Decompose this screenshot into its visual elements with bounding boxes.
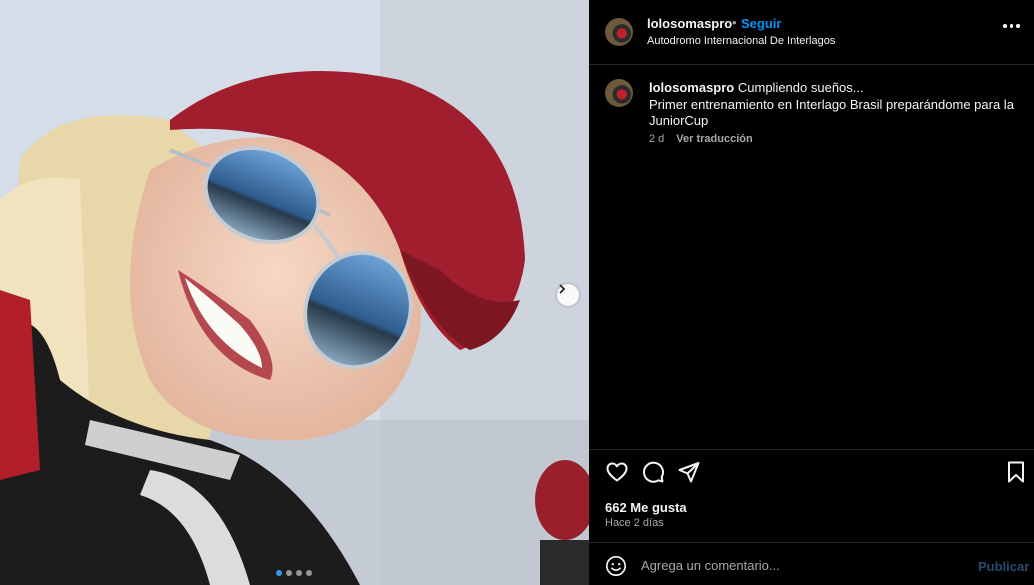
carousel-indicator <box>276 570 312 576</box>
more-options-icon[interactable] <box>1003 24 1020 28</box>
carousel-dot <box>286 570 292 576</box>
caption-age: 2 d <box>649 133 665 145</box>
carousel-dot <box>296 570 302 576</box>
separator-dot: • <box>732 15 737 30</box>
chevron-right-icon <box>559 284 566 294</box>
comment-input[interactable] <box>639 553 963 577</box>
share-icon[interactable] <box>677 460 701 489</box>
photo-illustration <box>0 0 589 585</box>
caption-meta: 2 d Ver traducción <box>649 133 753 145</box>
post-timestamp: Hace 2 días <box>605 517 664 529</box>
caption-avatar[interactable] <box>605 79 633 107</box>
action-bar <box>589 460 1034 488</box>
caption-line-1: Cumpliendo sueños... <box>737 80 864 95</box>
heart-icon[interactable] <box>605 460 629 489</box>
caption-line-2: Primer entrenamiento en Interlago Brasil… <box>649 96 1014 129</box>
post-author-username[interactable]: lolosomaspro <box>647 16 732 31</box>
follow-button[interactable]: Seguir <box>741 16 781 31</box>
post-location[interactable]: Autodromo Internacional De Interlagos <box>647 35 835 47</box>
bookmark-icon[interactable] <box>1005 460 1027 489</box>
post-photo[interactable] <box>0 0 589 585</box>
post-header: lolosomaspro • Seguir Autodromo Internac… <box>589 0 1034 65</box>
next-photo-button[interactable] <box>557 284 579 306</box>
comment-icon[interactable] <box>641 460 665 489</box>
publish-button[interactable]: Publicar <box>978 559 1029 574</box>
post-details-panel: lolosomaspro • Seguir Autodromo Internac… <box>589 0 1034 585</box>
carousel-dot <box>306 570 312 576</box>
emoji-icon[interactable] <box>605 555 627 582</box>
caption-username[interactable]: lolosomaspro <box>649 80 734 95</box>
translate-link[interactable]: Ver traducción <box>676 133 752 145</box>
avatar[interactable] <box>605 18 633 46</box>
carousel-dot-active <box>276 570 282 576</box>
caption-text: lolosomaspro Cumpliendo sueños... Primer… <box>649 80 1019 130</box>
divider <box>589 449 1034 450</box>
comment-composer: Publicar <box>589 543 1034 585</box>
likes-count[interactable]: 662 Me gusta <box>605 500 687 515</box>
